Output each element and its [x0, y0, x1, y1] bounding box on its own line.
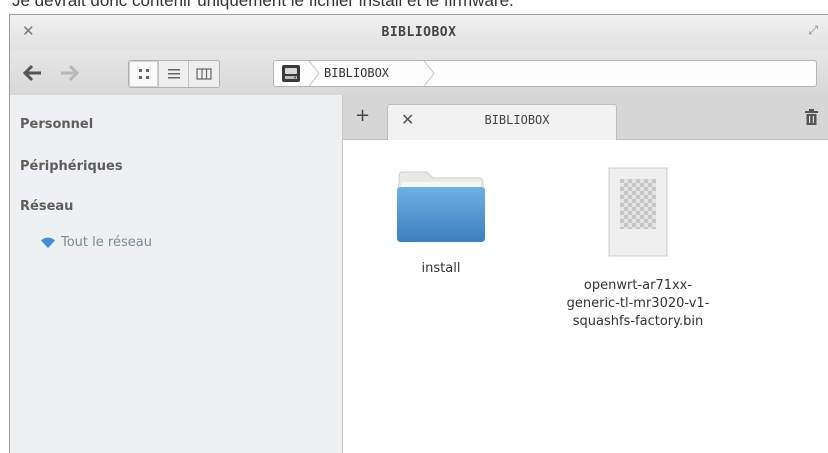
sidebar-item-network[interactable]: Tout le réseau: [40, 235, 152, 250]
file-item-install[interactable]: install: [391, 168, 491, 278]
tab-bibliobox[interactable]: ✕ BIBLIOBOX: [387, 104, 617, 140]
sidebar-heading-personnel[interactable]: Personnel: [20, 117, 93, 132]
file-name: install: [421, 261, 461, 276]
file-view: install openwrt-ar71xx- generic-tl-mr302…: [343, 140, 828, 453]
list-view-button[interactable]: [159, 61, 189, 87]
forward-button[interactable]: [54, 61, 84, 85]
arrow-right-icon: [61, 64, 80, 82]
icon-view-button[interactable]: [129, 61, 159, 87]
sidebar-heading-reseau[interactable]: Réseau: [20, 199, 73, 214]
file-name-line-3: squashfs-factory.bin: [572, 314, 704, 329]
page-caption: Je devrait donc contenir uniquement le f…: [12, 0, 514, 10]
trash-icon[interactable]: [805, 109, 818, 125]
back-button[interactable]: [18, 61, 48, 85]
view-mode-group: [128, 60, 220, 88]
arrow-left-icon: [22, 64, 41, 82]
window-title: BIBLIOBOX: [381, 25, 457, 40]
tab-bar: + ✕ BIBLIOBOX: [343, 95, 828, 140]
folder-icon: [397, 171, 485, 242]
wifi-icon: [41, 237, 55, 248]
binary-file-icon: [608, 167, 668, 257]
titlebar: ✕ BIBLIOBOX ⤢: [10, 15, 828, 51]
breadcrumb-separator-icon: [423, 61, 435, 86]
breadcrumb-separator-icon: [308, 61, 320, 86]
sidebar-item-label: Tout le réseau: [61, 235, 152, 250]
breadcrumb-bibliobox[interactable]: BIBLIOBOX: [324, 61, 389, 86]
path-bar[interactable]: BIBLIOBOX: [273, 60, 817, 87]
grid-view-icon: [138, 69, 149, 79]
file-item-firmware[interactable]: openwrt-ar71xx- generic-tl-mr3020-v1- sq…: [553, 167, 723, 331]
drive-icon[interactable]: [281, 64, 301, 83]
tab-label: BIBLIOBOX: [484, 113, 550, 127]
maximize-icon[interactable]: ⤢: [808, 23, 818, 38]
sidebar: Personnel Périphériques Réseau Tout le r…: [10, 95, 343, 453]
list-view-icon: [167, 69, 180, 79]
close-tab-icon[interactable]: ✕: [401, 110, 414, 130]
column-view-button[interactable]: [189, 61, 219, 87]
file-name-line-1: openwrt-ar71xx-: [583, 278, 693, 293]
column-view-icon: [196, 68, 212, 80]
file-manager-window: ✕ BIBLIOBOX ⤢ BIBLIOBOX Personnel Périph…: [9, 14, 828, 453]
toolbar: BIBLIOBOX: [10, 51, 828, 96]
file-name-line-2: generic-tl-mr3020-v1-: [566, 296, 710, 311]
sidebar-heading-peripheriques[interactable]: Périphériques: [20, 159, 123, 174]
new-tab-button[interactable]: +: [355, 105, 370, 127]
